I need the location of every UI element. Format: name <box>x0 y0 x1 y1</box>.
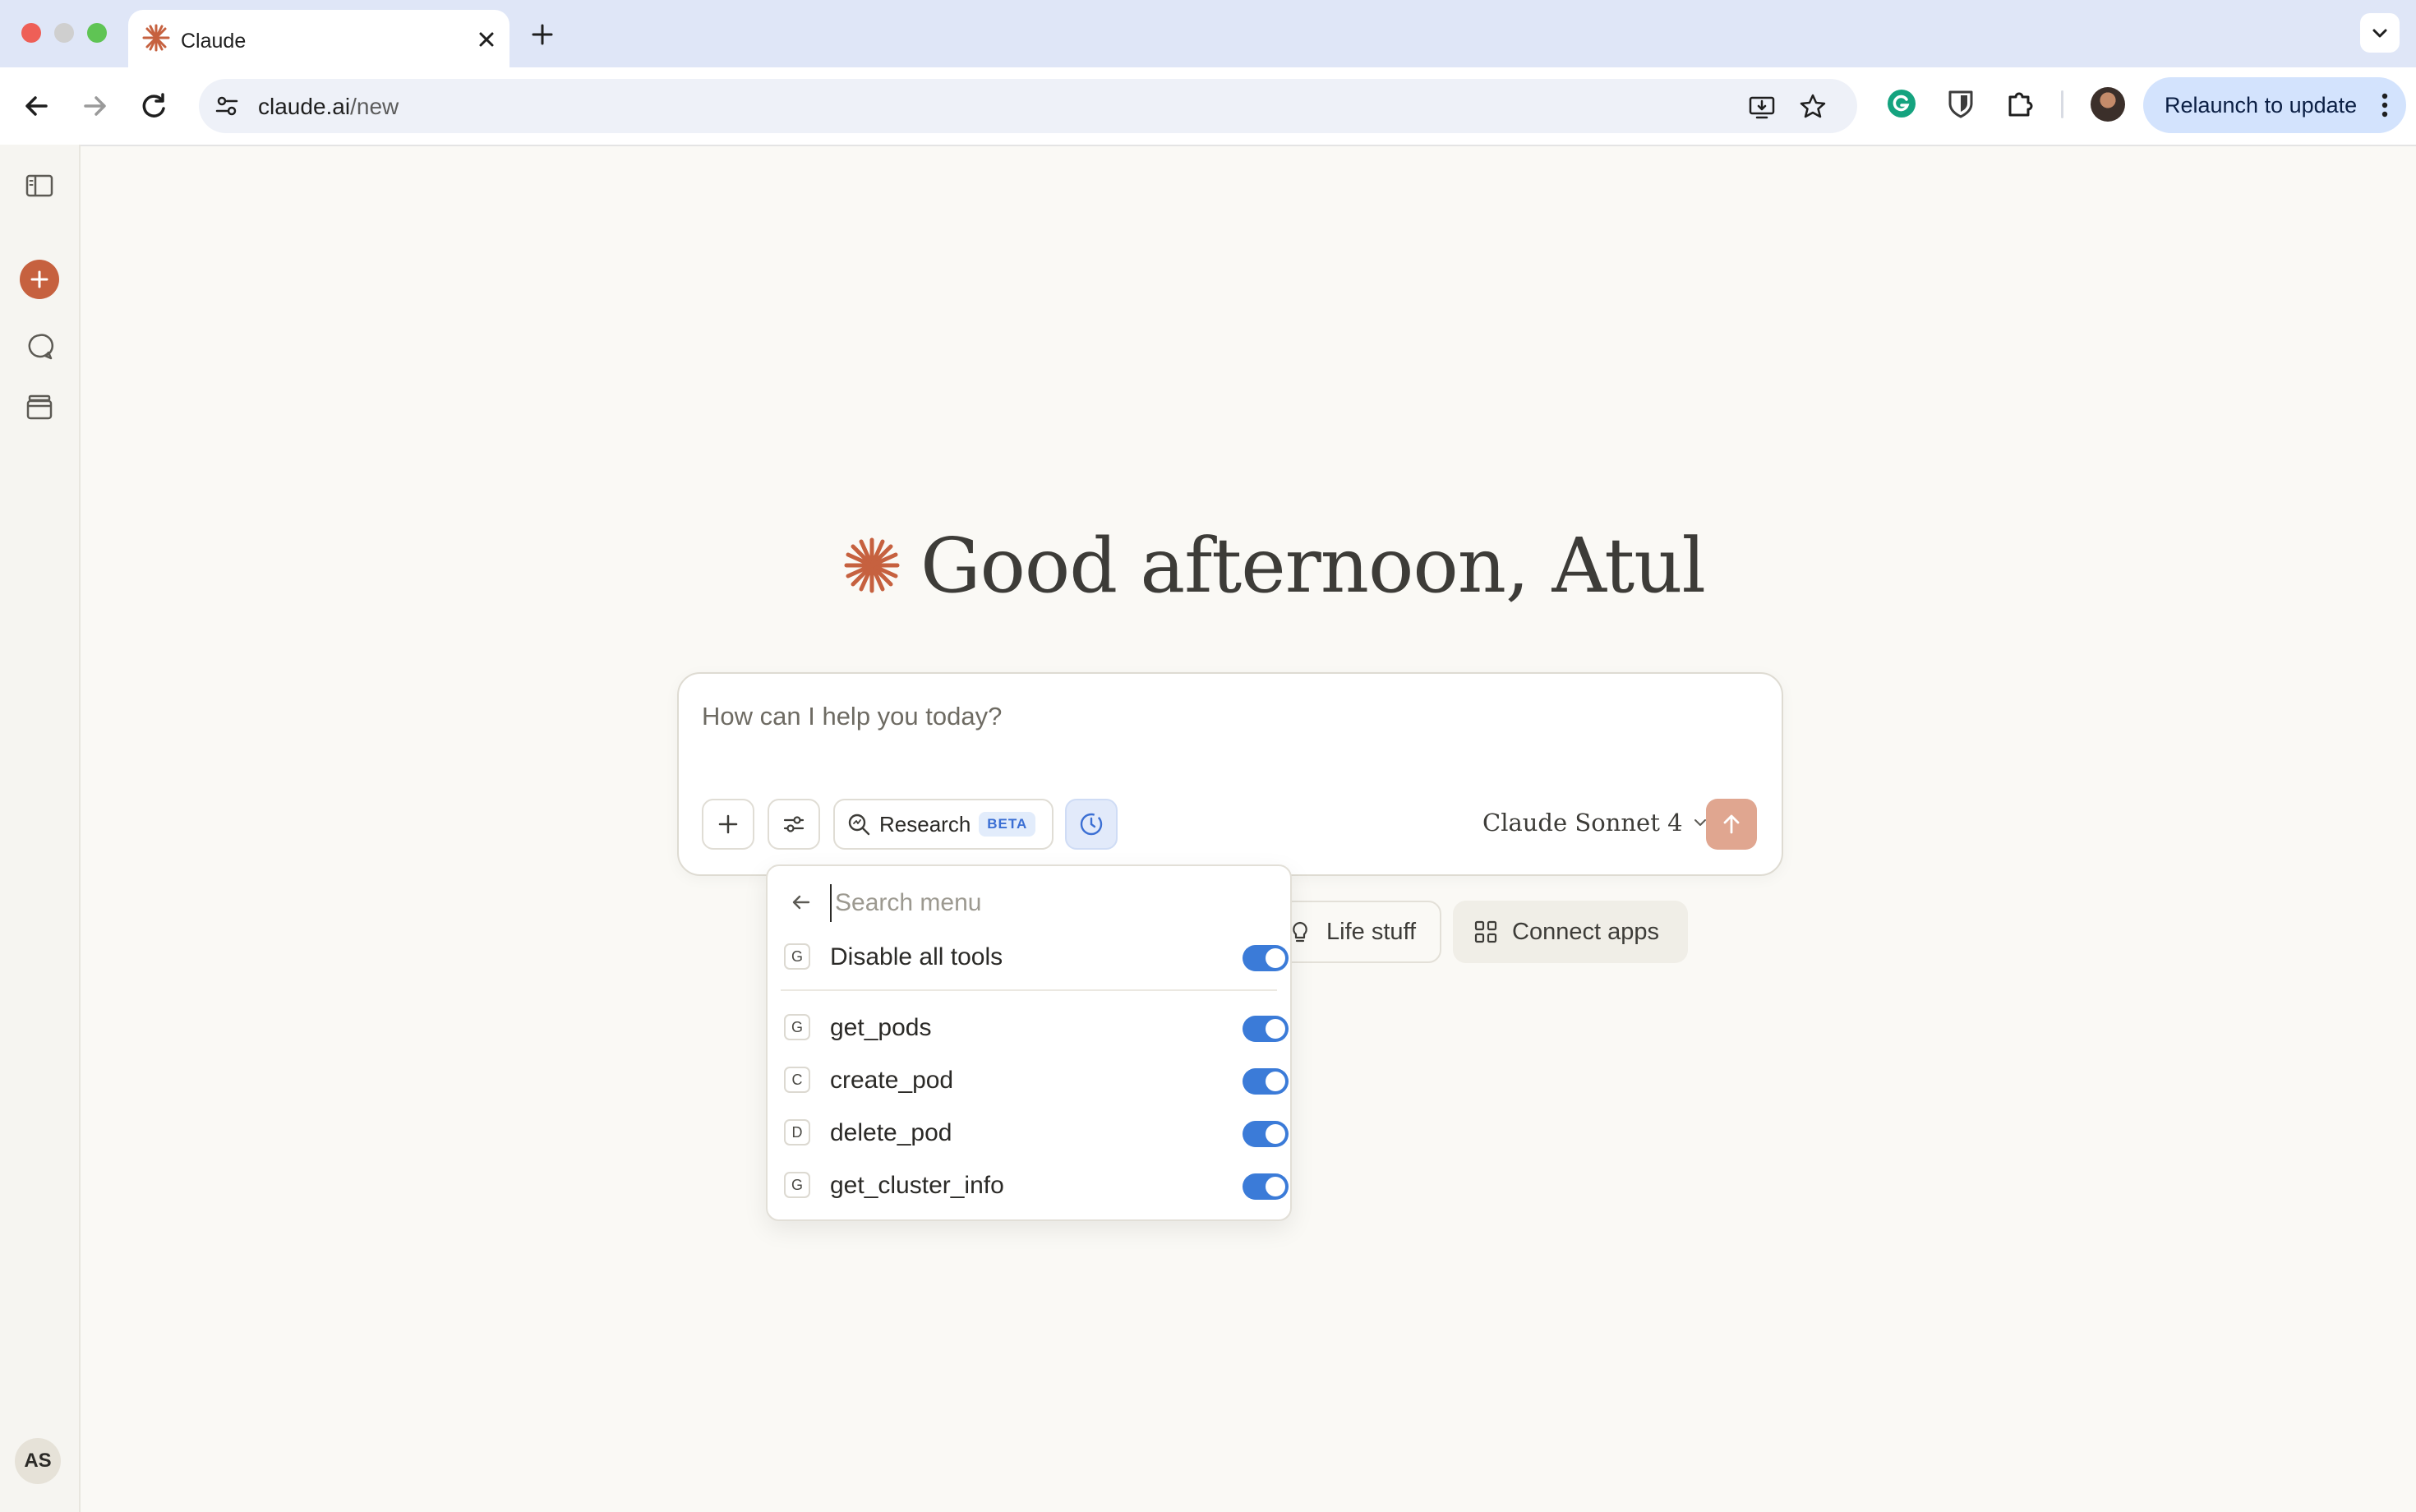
tool-badge: G <box>784 943 810 970</box>
claude-spark-logo-icon <box>843 537 901 594</box>
tools-menu: G Disable all tools G get_pods C create_… <box>766 864 1292 1221</box>
back-arrow-icon[interactable] <box>18 87 56 125</box>
tool-name: create_pod <box>830 1067 954 1094</box>
window-minimize-button[interactable] <box>54 23 74 43</box>
tab-search-button[interactable] <box>2360 13 2400 53</box>
browser-tab-claude[interactable]: Claude <box>128 10 509 67</box>
menu-divider <box>781 989 1277 991</box>
tool-toggle[interactable] <box>1243 1068 1289 1095</box>
chip-connect-apps[interactable]: Connect apps <box>1453 901 1688 963</box>
tab-title: Claude <box>181 30 247 53</box>
greeting-text: Good afternoon, Atul <box>920 521 1706 610</box>
site-settings-icon[interactable] <box>214 93 240 119</box>
tool-toggle[interactable] <box>1243 1121 1289 1147</box>
grammarly-extension-icon[interactable] <box>1885 87 1918 120</box>
browser-toolbar: claude.ai/new <box>0 67 2416 146</box>
claude-favicon-icon <box>141 23 171 53</box>
toolbar-separator <box>2061 90 2063 118</box>
clock-icon <box>1080 813 1103 836</box>
tool-name: delete_pod <box>830 1119 952 1146</box>
model-selector[interactable]: Claude Sonnet 4 <box>1482 809 1709 837</box>
sidebar-toggle-icon[interactable] <box>23 169 56 202</box>
relaunch-to-update-button[interactable]: Relaunch to update <box>2143 77 2406 133</box>
bitwarden-extension-icon[interactable] <box>1944 87 1977 120</box>
projects-archive-icon[interactable] <box>23 391 56 424</box>
tool-badge: D <box>784 1119 810 1146</box>
menu-search-input[interactable] <box>830 884 1247 922</box>
user-avatar[interactable]: AS <box>15 1438 61 1484</box>
address-bar[interactable]: claude.ai/new <box>199 79 1857 133</box>
toggle-knob <box>1266 948 1285 968</box>
back-arrow-icon[interactable] <box>787 889 814 915</box>
install-app-icon[interactable] <box>1747 92 1777 122</box>
research-magnifier-icon <box>848 814 870 836</box>
toggle-knob <box>1266 1124 1285 1144</box>
tool-row-create-pod[interactable]: C create_pod <box>784 1055 1289 1106</box>
disable-all-label: Disable all tools <box>830 943 1003 970</box>
toggle-knob <box>1266 1019 1285 1039</box>
tool-row-delete-pod[interactable]: D delete_pod <box>784 1108 1289 1159</box>
sliders-icon <box>783 816 805 832</box>
chip-label: Life stuff <box>1326 918 1417 945</box>
extensions-puzzle-icon[interactable] <box>2003 87 2036 120</box>
toggle-knob <box>1266 1177 1285 1196</box>
url-text: claude.ai/new <box>258 94 399 120</box>
prompt-input[interactable]: How can I help you today? <box>702 702 1002 731</box>
chat-composer: How can I help you today? Research BETA … <box>677 672 1783 876</box>
tool-name: get_cluster_info <box>830 1172 1004 1199</box>
url-path: /new <box>350 94 399 119</box>
tool-badge: G <box>784 1014 810 1040</box>
grid-icon <box>1474 920 1497 943</box>
tools-settings-button[interactable] <box>768 799 820 850</box>
greeting-header: Good afternoon, Atul <box>843 516 1706 615</box>
forward-arrow-icon[interactable] <box>76 87 113 125</box>
plus-icon <box>718 814 738 834</box>
tab-close-icon[interactable] <box>473 26 500 53</box>
profile-avatar-icon[interactable] <box>2091 87 2125 122</box>
disable-all-tools-row[interactable]: G Disable all tools <box>784 932 1289 983</box>
tool-badge: G <box>784 1172 810 1198</box>
new-tab-plus-icon[interactable] <box>526 18 559 51</box>
chevron-down-icon <box>2372 29 2387 38</box>
new-chat-button[interactable] <box>20 260 59 299</box>
window-close-button[interactable] <box>21 23 41 43</box>
chip-label: Connect apps <box>1512 918 1659 945</box>
extended-thinking-button[interactable] <box>1065 799 1118 850</box>
toggle-knob <box>1266 1072 1285 1091</box>
left-sidebar <box>0 145 81 1512</box>
plus-icon <box>30 270 48 288</box>
tool-toggle[interactable] <box>1243 1173 1289 1200</box>
tool-row-get-pods[interactable]: G get_pods <box>784 1003 1289 1053</box>
send-button[interactable] <box>1706 799 1757 850</box>
window-maximize-button[interactable] <box>87 23 107 43</box>
chip-life-stuff[interactable]: Life stuff <box>1266 901 1441 963</box>
url-host: claude.ai <box>258 94 351 119</box>
tool-name: get_pods <box>830 1014 932 1041</box>
tool-toggle[interactable] <box>1243 1016 1289 1042</box>
relaunch-label: Relaunch to update <box>2165 93 2358 118</box>
browser-tab-strip: Claude <box>0 0 2416 67</box>
reload-icon[interactable] <box>135 87 173 125</box>
more-vertical-icon[interactable] <box>2375 90 2395 120</box>
attach-button[interactable] <box>702 799 754 850</box>
research-button[interactable]: Research BETA <box>833 799 1054 850</box>
bookmark-star-icon[interactable] <box>1798 92 1828 122</box>
model-name: Claude Sonnet 4 <box>1482 809 1683 837</box>
tool-badge: C <box>784 1067 810 1093</box>
beta-badge: BETA <box>979 812 1036 837</box>
tool-row-get-cluster-info[interactable]: G get_cluster_info <box>784 1160 1289 1211</box>
arrow-up-icon <box>1723 814 1740 834</box>
chats-search-icon[interactable] <box>23 330 56 363</box>
research-label: Research <box>879 811 971 837</box>
disable-all-toggle[interactable] <box>1243 945 1289 971</box>
